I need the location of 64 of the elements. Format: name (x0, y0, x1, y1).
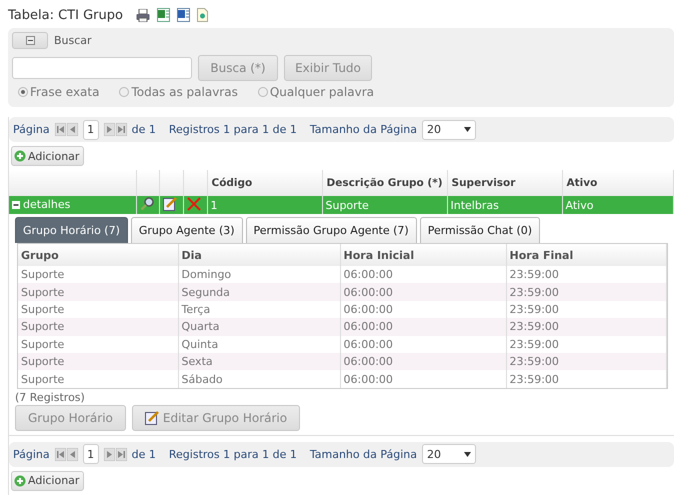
dropdown-arrow-icon (464, 127, 471, 132)
last-page-icon[interactable] (116, 123, 127, 136)
next-page-icon[interactable] (104, 448, 115, 461)
table-cell: 06:00:00 (340, 370, 506, 388)
search-option[interactable]: Frase exata (18, 85, 100, 99)
last-page-icon[interactable] (116, 448, 127, 461)
page-field[interactable]: 1 (82, 120, 99, 140)
printer-icon[interactable] (136, 8, 150, 22)
file-icon[interactable] (196, 8, 208, 22)
table-cell: Suporte (18, 370, 178, 388)
table-cell: Ativo (562, 196, 674, 214)
search-toggle-label: Buscar (54, 34, 92, 47)
magnifier-icon[interactable] (140, 196, 154, 211)
tab[interactable]: Grupo Horário (7) (15, 217, 128, 243)
search-option[interactable]: Qualquer palavra (258, 85, 374, 99)
tab[interactable]: Grupo Agente (3) (130, 217, 243, 243)
column-header: Dia (178, 244, 340, 266)
first-page-icon[interactable] (54, 123, 66, 136)
column-header: Descrição Grupo (*) (322, 170, 448, 196)
tab[interactable]: Permissão Chat (0) (420, 217, 540, 243)
table-cell: Suporte (322, 196, 448, 214)
page-label: Página (13, 448, 50, 461)
page-field[interactable]: 1 (82, 444, 99, 464)
table-cell: Sábado (178, 370, 340, 388)
page-size-label: Tamanho da Página (310, 448, 417, 461)
dropdown-arrow-icon (464, 452, 471, 457)
previous-page-icon[interactable] (66, 448, 78, 461)
previous-page-icon[interactable] (66, 123, 78, 136)
records-label: Registros 1 para 1 de 1 (168, 123, 297, 136)
add-button[interactable]: Adicionar (11, 470, 84, 491)
spreadsheet-icon[interactable] (156, 8, 170, 22)
next-page-icon[interactable] (104, 123, 115, 136)
records-label: Registros 1 para 1 de 1 (168, 448, 297, 461)
page-size-select[interactable]: 20 (422, 120, 476, 140)
tab[interactable]: Permissão Grupo Agente (7) (246, 217, 417, 243)
column-header: Grupo (18, 244, 178, 266)
minus-icon (12, 200, 20, 209)
first-page-icon[interactable] (54, 448, 66, 461)
column-header: Ativo (562, 170, 674, 196)
table-cell: Intelbras (447, 196, 562, 214)
collapse-button[interactable] (12, 32, 48, 49)
page-total: de 1 (132, 448, 156, 461)
table-cell: 23:59:00 (506, 370, 666, 388)
table-cell: 1 (207, 196, 322, 214)
page-size-select[interactable]: 20 (422, 444, 476, 464)
edit-icon (144, 410, 160, 426)
column-header: Hora Final (506, 244, 666, 266)
column-header: Supervisor (447, 170, 562, 196)
edit-icon[interactable] (162, 196, 178, 211)
search-field[interactable] (12, 57, 192, 79)
minus-icon (26, 36, 34, 45)
column-header: Hora Inicial (340, 244, 506, 266)
add-button[interactable]: Adicionar (11, 146, 84, 166)
document-icon[interactable] (176, 8, 190, 22)
page-label: Página (13, 123, 50, 136)
plus-circle-icon (14, 474, 26, 487)
plus-circle-icon (14, 150, 26, 162)
column-header: Código (207, 170, 322, 196)
delete-icon[interactable] (186, 196, 200, 210)
page-total: de 1 (132, 123, 156, 136)
page-size-label: Tamanho da Página (310, 123, 417, 136)
page-title: Tabela: CTI Grupo (8, 8, 123, 22)
record-count: (7 Registros) (14, 390, 86, 404)
search-option[interactable]: Todas as palavras (119, 85, 238, 99)
